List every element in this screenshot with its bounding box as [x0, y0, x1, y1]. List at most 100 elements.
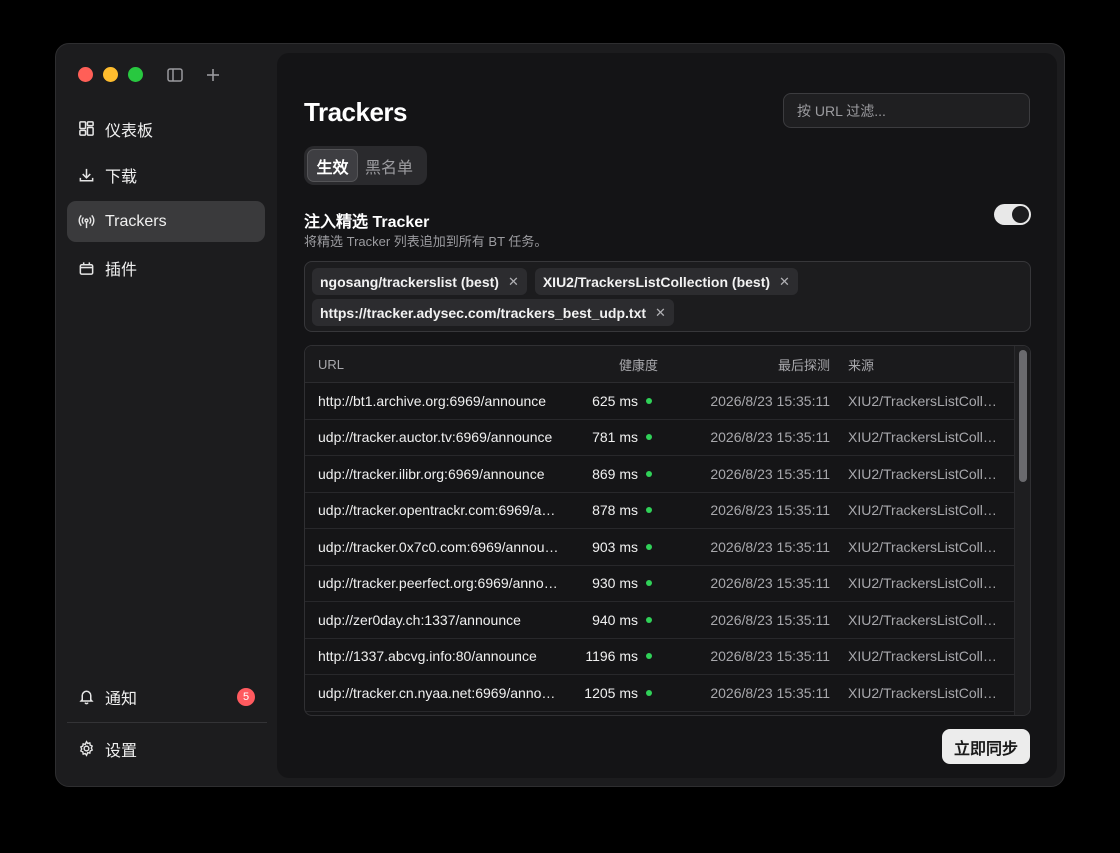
cell-source: XIU2/TrackersListCollection — [848, 392, 1000, 409]
cell-url: http://bt1.archive.org:6969/announce — [318, 392, 547, 409]
health-status-dot — [646, 653, 652, 660]
cell-url: http://1337.abcvg.info:80/announce — [318, 648, 537, 665]
cell-health: 930 ms — [563, 575, 658, 591]
column-header-last-probe[interactable]: 最后探测 — [658, 355, 830, 374]
source-chip-label: https://tracker.adysec.com/trackers_best… — [320, 304, 647, 321]
cell-source: XIU2/TrackersListCollection — [848, 502, 1000, 519]
cell-last-probe: 2026/8/23 15:35:11 — [710, 465, 830, 482]
sidebar-item-dashboard[interactable]: 仪表板 — [67, 108, 265, 149]
sidebar-item-trackers[interactable]: Trackers — [67, 201, 265, 242]
sidebar-item-label: 插件 — [105, 262, 138, 279]
cell-health: 878 ms — [563, 502, 658, 518]
download-icon — [79, 168, 94, 181]
cell-source: XIU2/TrackersListCollection — [848, 538, 1000, 555]
scrollbar-thumb[interactable] — [1019, 350, 1027, 482]
main-panel: Trackers 生效 黑名单 注入精选 Tracker 将精选 Tracker… — [277, 53, 1057, 778]
cell-last-probe: 2026/8/23 15:35:11 — [710, 684, 830, 701]
cell-url: udp://tracker.auctor.tv:6969/announce — [318, 429, 553, 446]
sidebar: 仪表板 下载 Trackers 插件 通知 5 设置 — [56, 44, 278, 786]
sidebar-item-downloads[interactable]: 下载 — [67, 155, 265, 196]
tracker-source-list[interactable]: ngosang/trackerslist (best) ✕ XIU2/Track… — [304, 261, 1031, 332]
sidebar-toggle-icon[interactable] — [166, 66, 184, 84]
health-value: 781 ms — [592, 429, 638, 446]
app-window: 仪表板 下载 Trackers 插件 通知 5 设置 Trackers 按 UR… — [55, 43, 1065, 787]
inject-section-description: 将精选 Tracker 列表追加到所有 BT 任务。 — [304, 234, 548, 249]
column-header-url[interactable]: URL — [305, 357, 563, 372]
cell-health: 1196 ms — [563, 648, 658, 664]
health-value: 940 ms — [592, 611, 638, 628]
health-value: 1205 ms — [584, 684, 638, 701]
sync-now-button[interactable]: 立即同步 — [942, 729, 1030, 764]
close-icon[interactable]: ✕ — [779, 274, 790, 290]
inject-section-title: 注入精选 Tracker — [304, 214, 430, 231]
table-row[interactable]: http://1337.abcvg.info:80/announce 1196 m… — [305, 639, 1030, 675]
sidebar-item-plugins[interactable]: 插件 — [67, 248, 265, 289]
cell-url: udp://tracker.cn.nyaa.net:6969/announce — [318, 684, 563, 701]
table-row[interactable]: udp://zer0day.ch:1337/announce 940 ms 2026… — [305, 602, 1030, 639]
close-icon[interactable]: ✕ — [655, 305, 666, 321]
table-row[interactable]: udp://tracker.0x7c0.com:6969/announce 903… — [305, 529, 1030, 566]
sidebar-item-label: 设置 — [105, 742, 138, 760]
table-scrollbar[interactable] — [1014, 346, 1030, 715]
cell-health: 940 ms — [563, 612, 658, 628]
source-chip-label: XIU2/TrackersListCollection (best) — [542, 273, 771, 290]
plus-icon[interactable] — [204, 66, 222, 84]
tracker-table: URL 健康度 最后探测 来源 http://bt1.archive.org:6… — [304, 345, 1031, 716]
minimize-window-button[interactable] — [103, 67, 118, 82]
cell-health: 1205 ms — [563, 685, 658, 701]
close-icon[interactable]: ✕ — [508, 274, 519, 290]
health-value: 878 ms — [592, 502, 638, 519]
cell-health: 869 ms — [563, 466, 658, 482]
dashboard-icon — [79, 121, 94, 136]
url-filter-input[interactable] — [783, 93, 1030, 128]
cell-url: udp://tracker.0x7c0.com:6969/announce — [318, 538, 563, 555]
tab-switcher: 生效 黑名单 — [304, 146, 427, 185]
cell-source: XIU2/TrackersListCollection — [848, 684, 1000, 701]
table-header: URL 健康度 最后探测 来源 — [305, 346, 1030, 383]
cell-health: 781 ms — [563, 429, 658, 445]
cell-health: 625 ms — [563, 393, 658, 409]
sidebar-item-notifications[interactable]: 通知 5 — [67, 676, 265, 717]
sidebar-divider — [67, 722, 267, 723]
cell-last-probe: 2026/8/23 15:35:11 — [710, 392, 830, 409]
table-row[interactable]: udp://tracker.opentrackr.com:6969/announ… — [305, 493, 1030, 529]
health-value: 903 ms — [592, 538, 638, 555]
sidebar-item-label: 下载 — [105, 169, 138, 186]
column-header-health[interactable]: 健康度 — [563, 355, 658, 374]
antenna-icon — [78, 214, 95, 229]
inject-toggle[interactable] — [994, 204, 1031, 225]
cell-source: XIU2/TrackersListCollection — [848, 611, 1000, 628]
health-value: 869 ms — [592, 465, 638, 482]
source-chip: ngosang/trackerslist (best) ✕ — [312, 268, 527, 295]
table-row[interactable]: udp://tracker.cn.nyaa.net:6969/announce 1… — [305, 675, 1030, 712]
column-header-source[interactable]: 来源 — [830, 355, 1000, 374]
health-status-dot — [646, 543, 652, 550]
notification-count-badge: 5 — [237, 687, 255, 706]
plugin-icon — [79, 261, 94, 275]
cell-source: XIU2/TrackersListCollection — [848, 575, 1000, 592]
page-title: Trackers — [304, 97, 407, 127]
cell-last-probe: 2026/8/23 15:35:11 — [710, 502, 830, 519]
zoom-window-button[interactable] — [128, 67, 143, 82]
sidebar-item-settings[interactable]: 设置 — [67, 728, 265, 769]
table-row[interactable]: udp://tracker.auctor.tv:6969/announce 781… — [305, 420, 1030, 456]
health-status-dot — [646, 397, 652, 404]
cell-health: 903 ms — [563, 539, 658, 555]
cell-url: udp://tracker.peerfect.org:6969/announce — [318, 575, 563, 592]
health-status-dot — [646, 470, 652, 477]
sidebar-item-label: 通知 — [105, 690, 138, 708]
source-chip: https://tracker.adysec.com/trackers_best… — [312, 299, 674, 326]
health-status-dot — [646, 616, 652, 623]
tab-active[interactable]: 生效 — [307, 149, 358, 182]
toggle-knob — [1012, 206, 1029, 223]
cell-source: XIU2/TrackersListCollection — [848, 648, 1000, 665]
tab-blacklist[interactable]: 黑名单 — [362, 149, 416, 182]
table-row[interactable]: http://bt1.archive.org:6969/announce 625 … — [305, 383, 1030, 420]
health-status-dot — [646, 507, 652, 514]
table-row[interactable]: udp://tracker.peerfect.org:6969/announce… — [305, 566, 1030, 602]
close-window-button[interactable] — [78, 67, 93, 82]
sidebar-nav: 仪表板 下载 Trackers 插件 — [67, 108, 265, 294]
cell-source: XIU2/TrackersListCollection — [848, 465, 1000, 482]
sidebar-item-label: 仪表板 — [105, 122, 154, 140]
table-row[interactable]: udp://tracker.ilibr.org:6969/announce 869… — [305, 456, 1030, 493]
